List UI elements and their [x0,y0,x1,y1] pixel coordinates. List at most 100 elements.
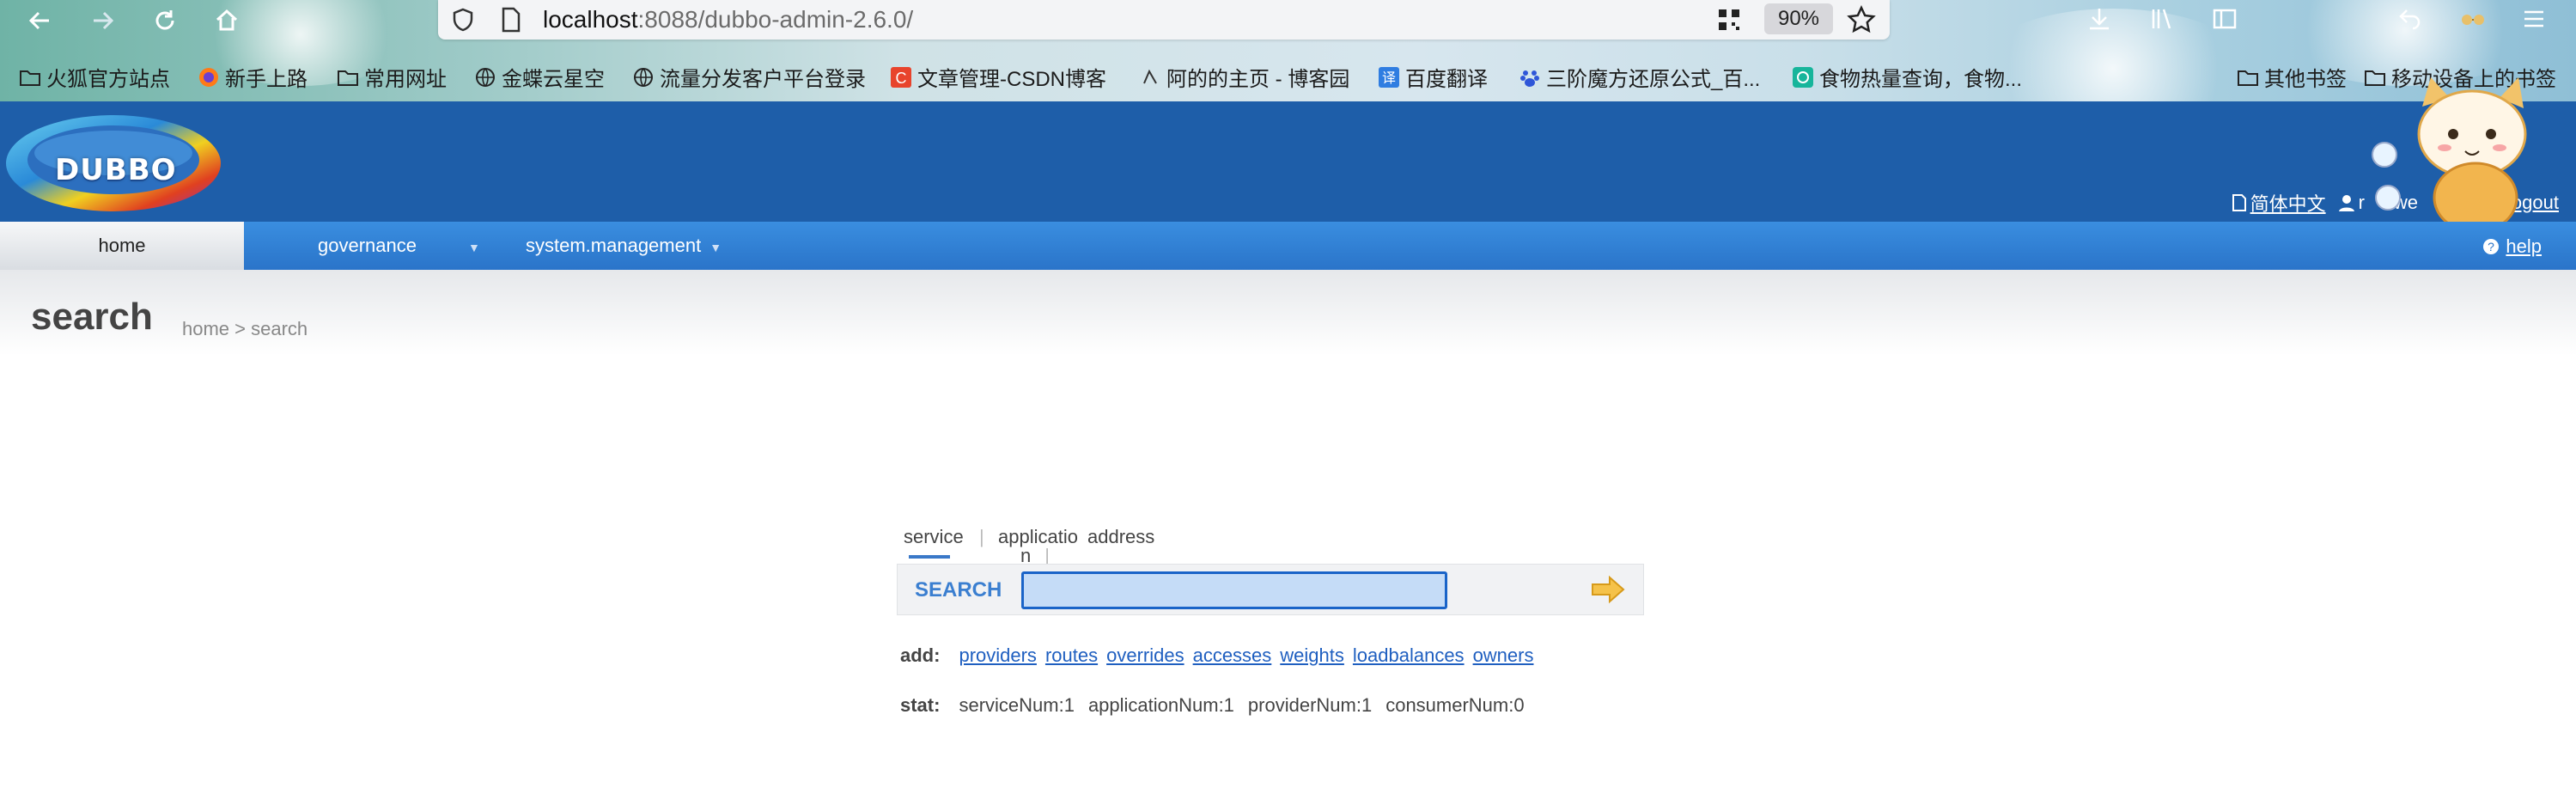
svg-text:译: 译 [1382,70,1396,86]
url-path: :8088/dubbo-admin-2.6.0/ [637,6,914,33]
active-tab-indicator [909,555,950,559]
bookmark-label: 阿的的主页 - 博客园 [1166,68,1350,91]
help-link-text: help [2506,235,2542,257]
csdn-icon: C [890,66,912,89]
bookmark-label: 火狐官方站点 [46,68,170,91]
dropdown-caret-icon: ▼ [467,241,480,254]
bookmark-item[interactable]: 流量分发客户平台登录 [632,62,866,92]
add-accesses-link[interactable]: accesses [1193,644,1272,667]
add-links-row: add: providers routes overrides accesses… [900,644,1533,667]
bookmark-item[interactable]: 食物热量查询，食物... [1792,62,2022,92]
search-label: SEARCH [915,578,1002,602]
url-text: localhost:8088/dubbo-admin-2.6.0/ [543,6,913,34]
bookmark-item[interactable]: 三阶魔方还原公式_百... [1519,62,1760,92]
shield-icon [453,8,473,32]
firefox-icon [198,66,220,89]
bookmark-item[interactable]: C 文章管理-CSDN博客 [890,62,1106,92]
add-overrides-link[interactable]: overrides [1106,644,1184,667]
breadcrumb: home > search [182,318,308,339]
star-bookmark-icon[interactable] [1847,5,1876,34]
hamburger-menu-icon[interactable] [2520,5,2548,33]
bookmark-item[interactable]: 译 百度翻译 [1378,62,1488,92]
app-header: DUBBO 简体中文 r we logout [0,101,2576,222]
browser-toolbar: localhost:8088/dubbo-admin-2.6.0/ 90% [0,0,2576,41]
tab-address[interactable]: address [1087,526,1154,548]
help-link[interactable]: ? help [2482,235,2542,258]
stat-provider-num: providerNum:1 [1247,694,1373,716]
bookmark-item[interactable]: 阿的的主页 - 博客园 [1139,62,1349,92]
bookmarks-toolbar: 火狐官方站点 新手上路 常用网址 金蝶云星空 流量分发客户平台登录 C 文章管理… [0,55,2576,98]
library-icon[interactable] [2149,5,2177,33]
bookmark-label: 三阶魔方还原公式_百... [1546,68,1761,91]
username: r [2358,192,2365,213]
page-title: search [31,296,153,338]
folder-icon [19,66,41,89]
stat-label: stat: [900,694,941,716]
document-icon [2232,194,2246,211]
download-icon[interactable] [2086,5,2113,33]
bookmark-label: 其他书签 [2264,68,2347,91]
browser-chrome: localhost:8088/dubbo-admin-2.6.0/ 90% 火狐… [0,0,2576,101]
bookmark-item[interactable]: 常用网址 [337,62,447,92]
svg-text:C: C [896,70,907,87]
add-providers-link[interactable]: providers [959,644,1036,667]
stat-row: stat: serviceNum:1 applicationNum:1 prov… [900,694,1530,717]
add-owners-link[interactable]: owners [1473,644,1534,667]
cnblogs-icon [1139,66,1161,89]
reload-button[interactable] [148,3,182,38]
bookmark-item[interactable]: 火狐官方站点 [19,62,170,92]
forward-button[interactable] [86,3,120,38]
add-weights-link[interactable]: weights [1280,644,1344,667]
menu-governance-label: governance [318,235,417,256]
language-link-text[interactable]: 简体中文 [2250,189,2326,217]
page-header: search home > search [0,270,2576,356]
search-input[interactable] [1021,571,1447,609]
stat-service-num: serviceNum:1 [959,694,1075,716]
reload-icon [155,10,174,30]
bookmark-item[interactable]: 金蝶云星空 [474,62,605,92]
bookmark-label: 常用网址 [364,68,447,91]
menu-home[interactable]: home [0,222,244,270]
stat-application-num: applicationNum:1 [1087,694,1234,716]
home-icon [216,9,238,31]
back-arrow-icon [28,11,49,30]
tab-separator: | [979,526,984,547]
bookmark-item[interactable]: 其他书签 [2237,62,2347,92]
menu-governance[interactable]: governance ▼ [318,222,480,270]
add-loadbalances-link[interactable]: loadbalances [1353,644,1465,667]
home-button[interactable] [210,3,244,38]
svg-text:?: ? [2488,240,2495,253]
search-panel: service | applicatio n | address SEARCH a… [897,524,1653,748]
logo-text: DUBBO [55,153,177,187]
extension-glasses-icon[interactable] [2458,5,2488,31]
dropdown-caret-icon: ▼ [709,241,722,254]
user-icon [2338,195,2354,211]
stat-consumer-num: consumerNum:0 [1385,694,1525,716]
bookmark-item[interactable]: 新手上路 [198,62,308,92]
bookmark-label: 食物热量查询，食物... [1819,68,2023,91]
forward-arrow-icon [94,11,114,30]
search-go-arrow-icon[interactable] [1590,575,1626,604]
add-label: add: [900,644,941,666]
main-menu: home governance ▼ system.management ▼ ? he… [0,222,2576,270]
search-box: SEARCH [897,564,1644,615]
bookmark-label: 百度翻译 [1405,68,1488,91]
dubbo-logo[interactable]: DUBBO [2,108,225,217]
language-link[interactable]: 简体中文 [2232,189,2326,217]
qr-code-icon[interactable] [1716,7,1742,33]
add-routes-link[interactable]: routes [1045,644,1098,667]
globe-icon [632,66,655,89]
undo-icon[interactable] [2396,3,2424,31]
mascot-overlay [2371,72,2551,244]
back-button[interactable] [22,3,57,38]
baidu-icon [1519,66,1541,89]
help-icon: ? [2483,239,2500,254]
menu-system-label: system.management [526,235,702,256]
tab-service[interactable]: service [904,526,964,548]
translate-icon: 译 [1378,66,1400,89]
address-bar[interactable]: localhost:8088/dubbo-admin-2.6.0/ 90% [438,0,1890,40]
food-icon [1792,66,1814,89]
sidebar-icon[interactable] [2211,5,2238,33]
zoom-level-button[interactable]: 90% [1764,3,1833,34]
menu-system-management[interactable]: system.management ▼ [526,222,722,270]
